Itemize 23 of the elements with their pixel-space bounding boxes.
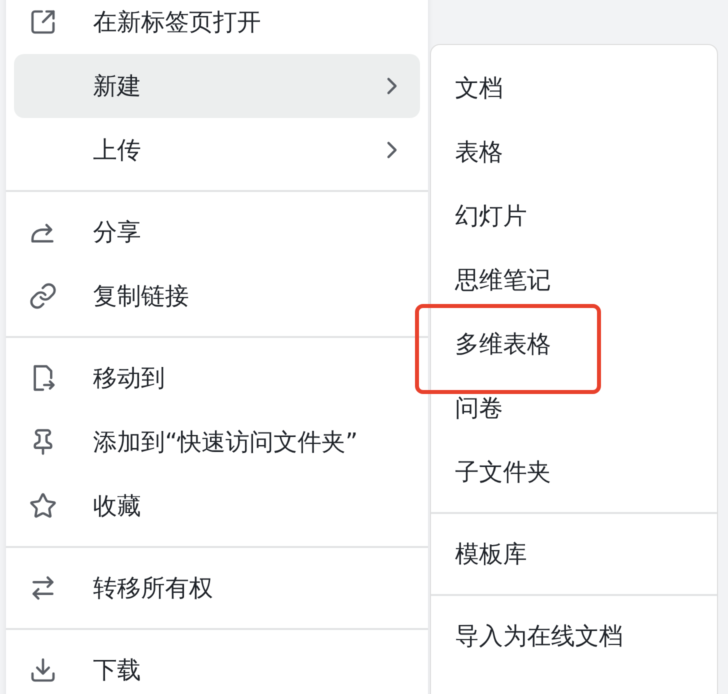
- submenu-item[interactable]: 多维表格: [431, 312, 717, 376]
- menu-item[interactable]: 添加到“快速访问文件夹”: [14, 410, 420, 474]
- menu-item[interactable]: 移动到: [14, 346, 420, 410]
- submenu-item[interactable]: 导入为在线文档: [431, 604, 717, 668]
- submenu-item[interactable]: 问卷: [431, 376, 717, 440]
- submenu-item[interactable]: 文档: [431, 56, 717, 120]
- menu-item[interactable]: 上传: [14, 118, 420, 182]
- submenu-item[interactable]: 表格: [431, 120, 717, 184]
- menu-item[interactable]: 收藏: [14, 474, 420, 538]
- star-icon: [29, 492, 57, 520]
- menu-item[interactable]: 复制链接: [14, 264, 420, 328]
- menu-item[interactable]: 在新标签页打开: [14, 0, 420, 54]
- download-icon: [29, 656, 57, 684]
- menu-item[interactable]: 转移所有权: [14, 556, 420, 620]
- menu-item[interactable]: 新建: [14, 54, 420, 118]
- submenu-item[interactable]: 模板库: [431, 522, 717, 586]
- link-icon: [29, 282, 57, 310]
- open-external-icon: [29, 8, 57, 36]
- menu-item[interactable]: 分享: [14, 200, 420, 264]
- menu-item[interactable]: 下载: [14, 638, 420, 694]
- submenu-item[interactable]: 子文件夹: [431, 440, 717, 504]
- submenu-item[interactable]: 幻灯片: [431, 184, 717, 248]
- submenu-item[interactable]: 思维笔记: [431, 248, 717, 312]
